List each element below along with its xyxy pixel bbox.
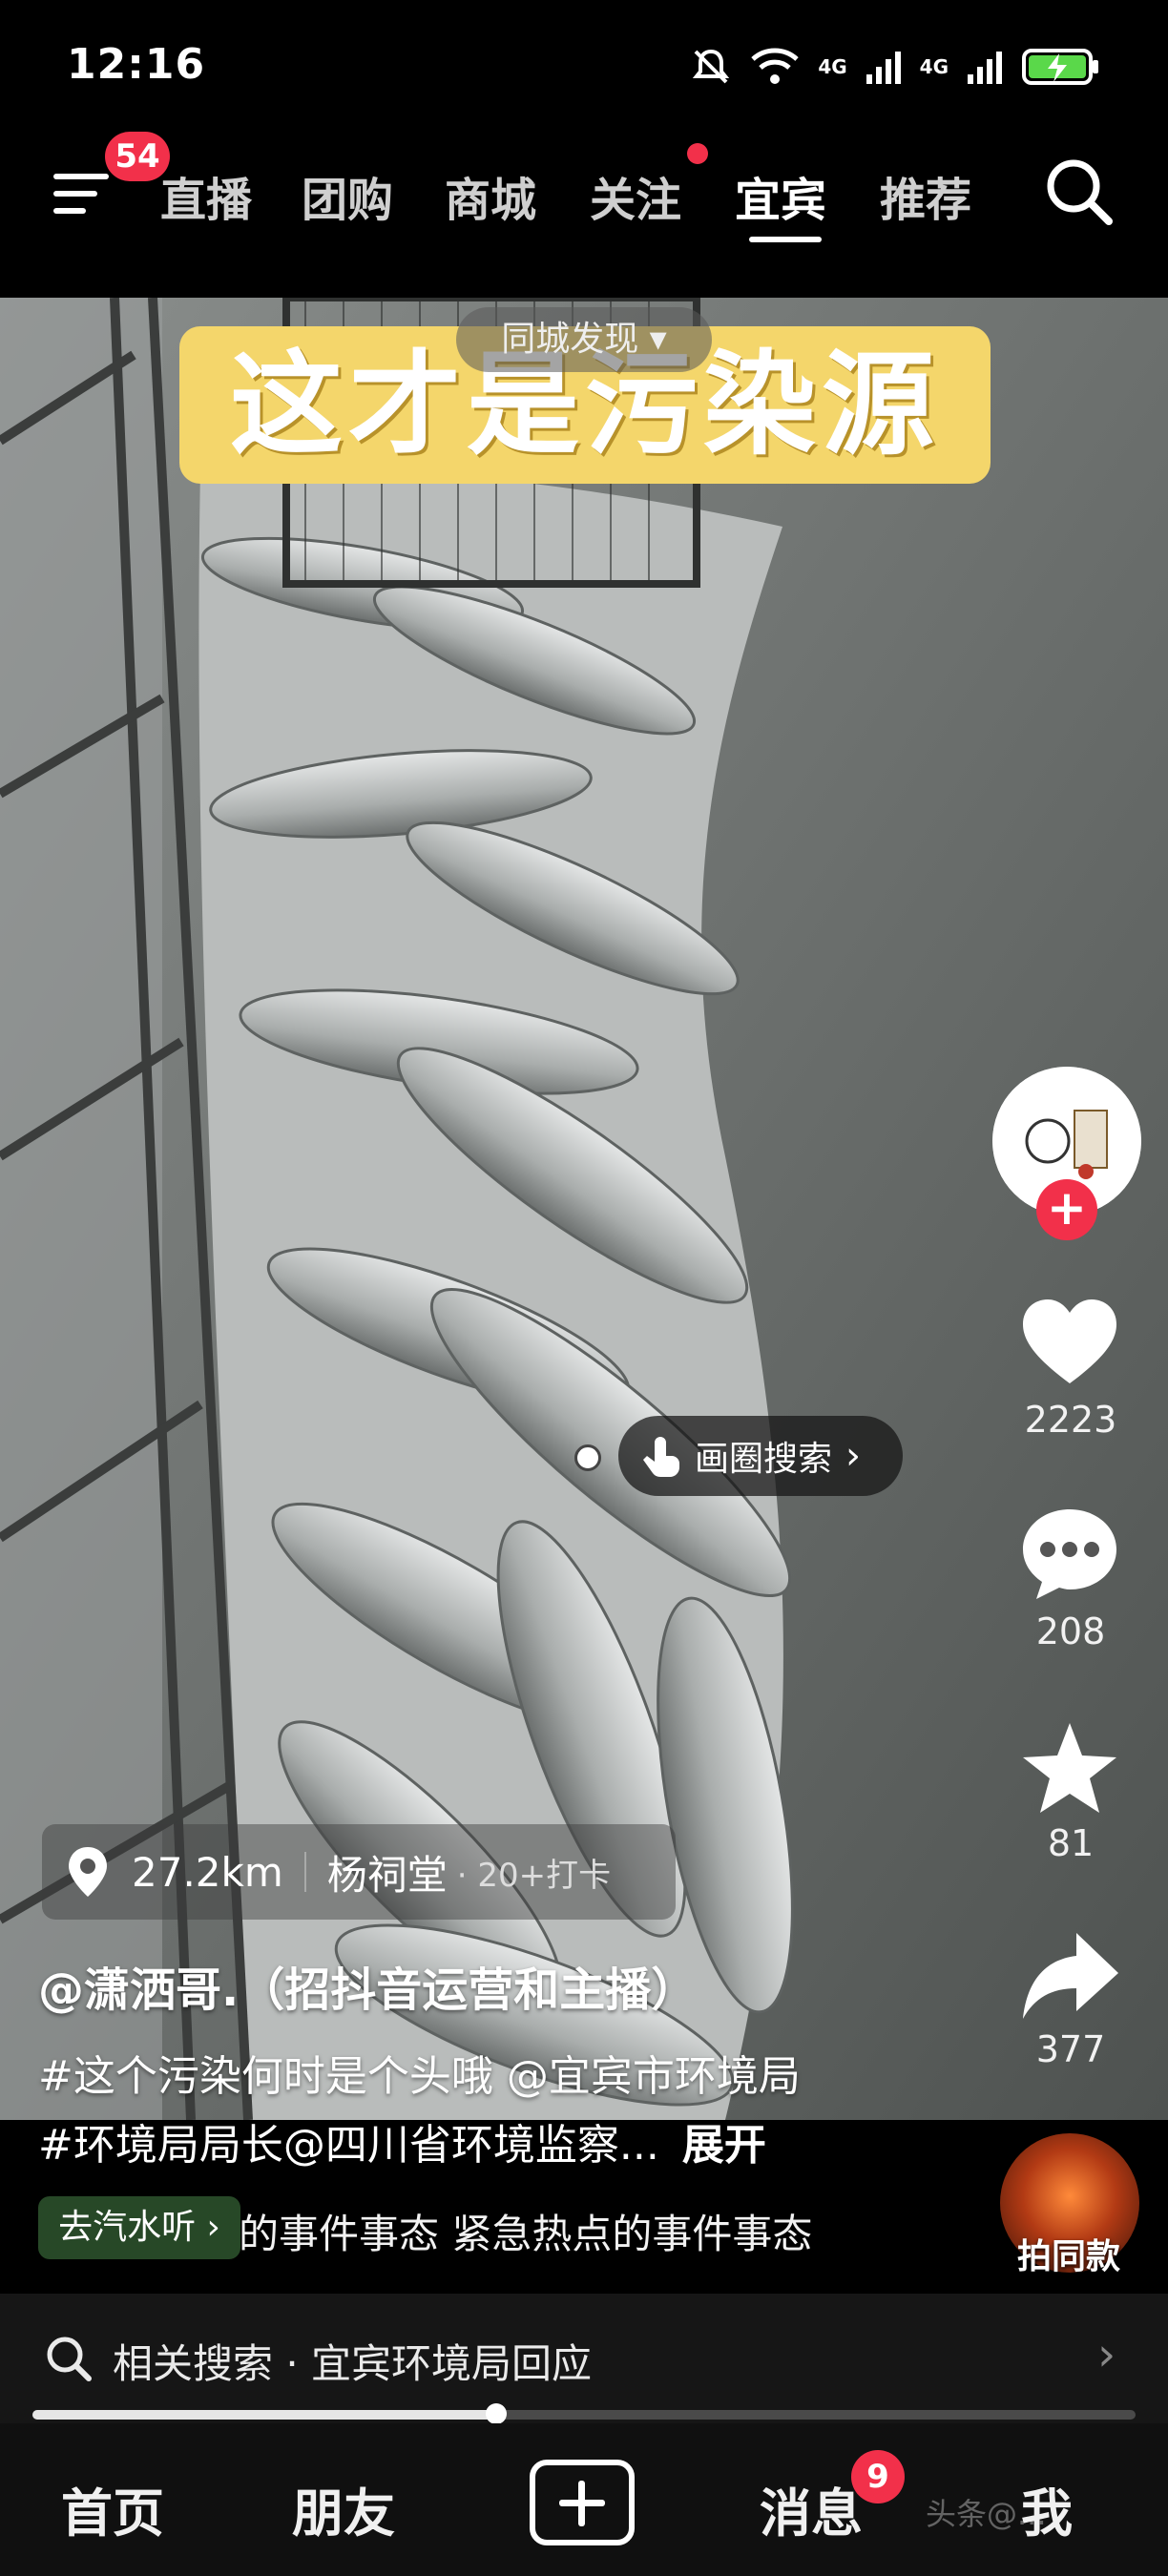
location-place: 杨祠堂 (326, 1851, 448, 1899)
nav-friends[interactable]: 朋友 (292, 2471, 395, 2546)
description-line-2[interactable]: #环境局局长@四川省环境监察... 展开 (38, 2110, 766, 2171)
city-discover-pill[interactable]: 同城发现 ▾ (456, 307, 712, 372)
circle-search-anchor (574, 1444, 601, 1471)
battery-charging-icon (1022, 49, 1098, 85)
status-time: 12:16 (67, 40, 206, 89)
description-line-2-text: #环境局局长@四川省环境监察... (38, 2121, 659, 2170)
playback-progress-fill (32, 2410, 496, 2420)
playback-progress-knob[interactable] (486, 2403, 507, 2424)
tab-local-yibin[interactable]: 宜宾 (735, 162, 826, 229)
tab-recommend[interactable]: 推荐 (880, 162, 971, 229)
location-distance: 27.2km (132, 1848, 283, 1896)
tab-following[interactable]: 关注 (590, 162, 681, 229)
circle-search-button[interactable]: 画圈搜索 › (618, 1416, 903, 1496)
signal-icon-2 (968, 52, 1002, 84)
search-icon[interactable] (1042, 155, 1116, 229)
music-marquee[interactable]: 的事件事态 紧急热点的事件事态 (239, 2202, 812, 2260)
description-line-1[interactable]: #这个污染何时是个头哦 @宜宾市环境局 (38, 2042, 801, 2103)
share-arrow-icon[interactable] (1017, 1925, 1122, 2030)
expand-link[interactable]: 展开 (682, 2121, 766, 2170)
mute-bell-icon (693, 49, 730, 84)
follow-plus-button[interactable]: + (1036, 1179, 1097, 1240)
share-count: 377 (1035, 2028, 1106, 2070)
same-style-label[interactable]: 拍同款 (1002, 2229, 1136, 2278)
tab-mall[interactable]: 商城 (445, 162, 536, 229)
author-name[interactable]: @潇洒哥.（招抖音运营和主播） (38, 1952, 697, 2019)
like-heart-icon[interactable] (1017, 1292, 1122, 1397)
related-search-text[interactable]: 相关搜索 · 宜宾环境局回应 (113, 2332, 592, 2390)
create-post-plus-button[interactable] (530, 2460, 635, 2545)
nav-messages[interactable]: 消息 (760, 2471, 863, 2546)
chevron-right-icon: › (845, 1434, 862, 1478)
related-chevron-icon[interactable]: › (1097, 2328, 1116, 2381)
hand-point-icon (643, 1437, 679, 1477)
like-count: 2223 (1024, 1399, 1117, 1441)
network-type-1: 4G (818, 55, 847, 78)
wifi-icon (751, 48, 800, 84)
listen-in-qishui-pill[interactable]: 去汽水听 › (38, 2196, 240, 2259)
menu-button[interactable] (53, 170, 111, 218)
favorite-star-icon[interactable] (1017, 1717, 1122, 1822)
nav-home[interactable]: 首页 (61, 2471, 164, 2546)
signal-icon (866, 52, 901, 84)
location-separator (303, 1852, 306, 1892)
comment-count: 208 (1035, 1610, 1106, 1652)
messages-badge: 9 (851, 2450, 905, 2503)
location-chip[interactable]: 27.2km 杨祠堂 · 20+打卡 (42, 1824, 676, 1920)
location-checkins: · 20+打卡 (456, 1856, 612, 1895)
active-tab-indicator (749, 237, 822, 242)
network-type-2: 4G (919, 55, 949, 78)
location-pin-icon (69, 1847, 107, 1897)
comment-icon[interactable] (1017, 1500, 1122, 1605)
circle-search-label: 画圈搜索 (695, 1440, 833, 1479)
related-search-icon (47, 2337, 92, 2381)
watermark: 头条@... (926, 2496, 1047, 2532)
tab-live[interactable]: 直播 (160, 162, 252, 229)
tab-group-buy[interactable]: 团购 (302, 162, 393, 229)
following-new-dot (687, 143, 708, 164)
status-icons: 4G 4G (690, 40, 1101, 93)
favorite-count: 81 (1047, 1822, 1095, 1864)
